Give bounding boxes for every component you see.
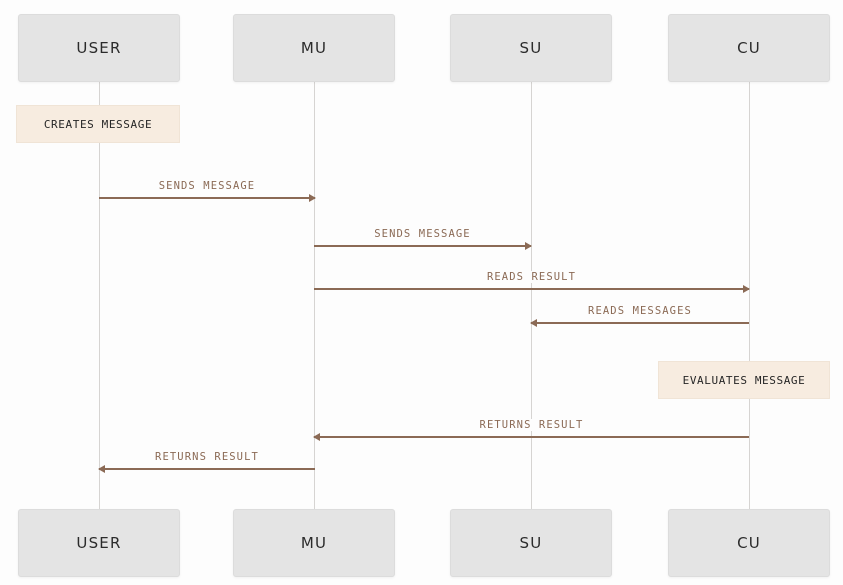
note-label-creates-message: CREATES MESSAGE [43, 117, 153, 131]
note-box-creates-message[interactable]: CREATES MESSAGE [16, 105, 180, 143]
note-box-evaluates-message[interactable]: EVALUATES MESSAGE [658, 361, 830, 399]
arrow-head-right-icon [525, 242, 532, 250]
message-line-msg-2 [314, 245, 531, 247]
arrow-head-left-icon [98, 465, 105, 473]
sequence-diagram-canvas: USER MU SU CU USER MU SU CU SENDS MESSAGE SENDS M… [0, 0, 843, 585]
actor-label-cu-top: CU [737, 39, 761, 57]
message-msg-4[interactable]: READS MESSAGES [530, 305, 749, 327]
note-label-evaluates-message: EVALUATES MESSAGE [682, 373, 806, 387]
actor-box-su-bottom[interactable]: SU [450, 509, 612, 577]
message-line-msg-5 [314, 436, 749, 438]
message-label-text-msg-1: SENDS MESSAGE [154, 180, 260, 192]
actor-box-user-bottom[interactable]: USER [18, 509, 180, 577]
actor-box-mu-bottom[interactable]: MU [233, 509, 395, 577]
message-line-msg-1 [99, 197, 315, 199]
message-line-msg-3 [314, 288, 749, 290]
lifeline-mu [314, 82, 315, 509]
actor-box-mu-top[interactable]: MU [233, 14, 395, 82]
message-line-msg-4 [531, 322, 749, 324]
message-label-text-msg-2: SENDS MESSAGE [370, 228, 475, 240]
message-msg-5[interactable]: RETURNS RESULT [313, 419, 749, 441]
arrow-head-right-icon [743, 285, 750, 293]
message-msg-6[interactable]: RETURNS RESULT [98, 451, 315, 473]
message-msg-2[interactable]: SENDS MESSAGE [314, 228, 532, 250]
actor-label-mu-top: MU [300, 39, 328, 57]
actor-label-mu-bottom: MU [300, 534, 328, 552]
message-label-msg-1: SENDS MESSAGE [99, 180, 315, 192]
actor-box-cu-bottom[interactable]: CU [668, 509, 830, 577]
actor-box-user-top[interactable]: USER [18, 14, 180, 82]
message-label-msg-5: RETURNS RESULT [314, 419, 749, 431]
actor-label-su-top: SU [519, 39, 543, 57]
actor-box-cu-top[interactable]: CU [668, 14, 830, 82]
arrow-head-left-icon [313, 433, 320, 441]
actor-label-su-bottom: SU [519, 534, 543, 552]
arrow-head-left-icon [530, 319, 537, 327]
message-msg-1[interactable]: SENDS MESSAGE [99, 180, 316, 202]
message-label-text-msg-3: READS RESULT [482, 271, 581, 283]
message-label-msg-3: READS RESULT [314, 271, 749, 283]
lifeline-cu [749, 82, 750, 509]
message-msg-3[interactable]: READS RESULT [314, 271, 750, 293]
message-label-msg-4: READS MESSAGES [531, 305, 749, 317]
lifeline-su [531, 82, 532, 509]
actor-box-su-top[interactable]: SU [450, 14, 612, 82]
actor-label-cu-bottom: CU [737, 534, 761, 552]
message-label-text-msg-6: RETURNS RESULT [151, 451, 263, 463]
message-label-msg-2: SENDS MESSAGE [314, 228, 531, 240]
actor-label-user-top: USER [76, 39, 122, 57]
message-label-msg-6: RETURNS RESULT [99, 451, 315, 463]
message-line-msg-6 [99, 468, 315, 470]
lifeline-user [99, 82, 100, 509]
message-label-text-msg-5: RETURNS RESULT [475, 419, 588, 431]
arrow-head-right-icon [309, 194, 316, 202]
message-label-text-msg-4: READS MESSAGES [584, 305, 696, 317]
actor-label-user-bottom: USER [76, 534, 122, 552]
